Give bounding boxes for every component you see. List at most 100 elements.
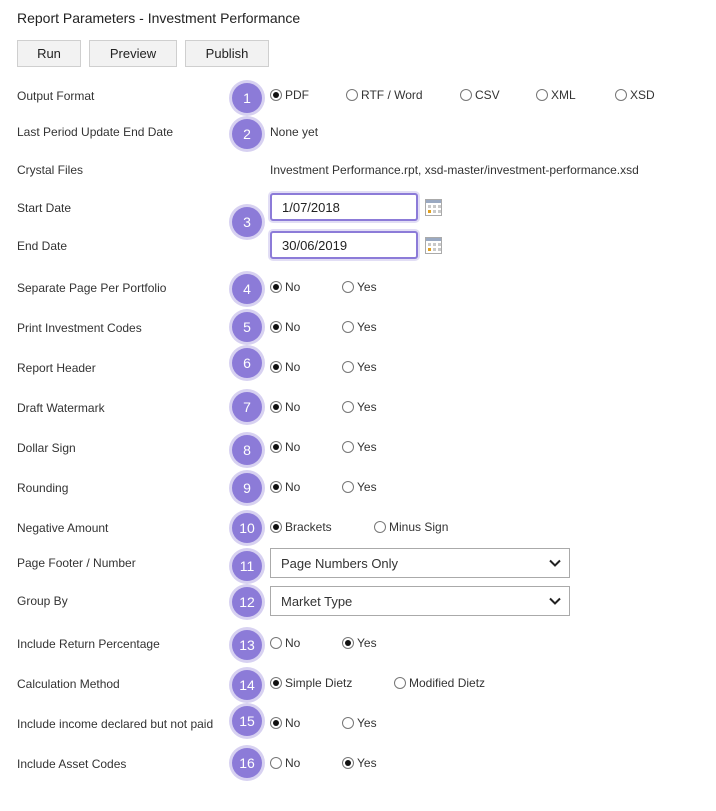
rounding-yes[interactable]: Yes: [342, 480, 377, 494]
calendar-icon[interactable]: [425, 237, 442, 254]
end-date-input[interactable]: 30/06/2019: [270, 231, 418, 259]
report-header-label: Report Header: [17, 361, 96, 375]
calendar-icon[interactable]: [425, 199, 442, 216]
radio-selected[interactable]: [342, 637, 354, 649]
radio-selected[interactable]: [270, 401, 282, 413]
dollar-sign-yes[interactable]: Yes: [342, 440, 377, 454]
radio[interactable]: [342, 361, 354, 373]
draft-watermark-row: Draft Watermark No Yes: [0, 398, 716, 420]
print-codes-no[interactable]: No: [270, 320, 300, 334]
asset-codes-row: Include Asset Codes No Yes: [0, 754, 716, 776]
start-date-input[interactable]: 1/07/2018: [270, 193, 418, 221]
negative-amount-minus[interactable]: Minus Sign: [374, 520, 448, 534]
crystal-files-row: Crystal Files Investment Performance.rpt…: [0, 160, 716, 182]
draft-watermark-no[interactable]: No: [270, 400, 300, 414]
radio-selected[interactable]: [270, 441, 282, 453]
radio-selected[interactable]: [270, 281, 282, 293]
radio[interactable]: [374, 521, 386, 533]
radio[interactable]: [394, 677, 406, 689]
negative-amount-row: Negative Amount Brackets Minus Sign: [0, 518, 716, 540]
output-format-xml[interactable]: XML: [536, 88, 576, 102]
income-declared-label: Include income declared but not paid: [17, 717, 214, 731]
run-button[interactable]: Run: [17, 40, 81, 67]
radio-selected[interactable]: [342, 757, 354, 769]
report-header-no[interactable]: No: [270, 360, 300, 374]
page-footer-label: Page Footer / Number: [17, 556, 136, 570]
preview-button[interactable]: Preview: [89, 40, 177, 67]
print-codes-label: Print Investment Codes: [17, 321, 142, 335]
group-by-select[interactable]: Market Type: [270, 586, 570, 616]
radio[interactable]: [342, 481, 354, 493]
print-codes-yes[interactable]: Yes: [342, 320, 377, 334]
radio-selected[interactable]: [270, 89, 282, 101]
calc-method-modified[interactable]: Modified Dietz: [394, 676, 485, 690]
radio[interactable]: [615, 89, 627, 101]
income-declared-row: Include income declared but not paid No …: [0, 714, 716, 736]
dollar-sign-no[interactable]: No: [270, 440, 300, 454]
asset-codes-no[interactable]: No: [270, 756, 300, 770]
negative-amount-brackets[interactable]: Brackets: [270, 520, 332, 534]
dollar-sign-label: Dollar Sign: [17, 441, 76, 455]
last-period-value: None yet: [270, 125, 319, 139]
page-footer-selected: Page Numbers Only: [281, 555, 399, 571]
draft-watermark-yes[interactable]: Yes: [342, 400, 377, 414]
output-format-row: Output Format PDF RTF / Word CSV XML XSD: [0, 86, 716, 108]
radio-selected[interactable]: [270, 481, 282, 493]
include-return-label: Include Return Percentage: [17, 637, 160, 651]
last-period-row: Last Period Update End Date None yet: [0, 122, 716, 144]
radio-selected[interactable]: [270, 521, 282, 533]
output-format-xsd[interactable]: XSD: [615, 88, 655, 102]
radio[interactable]: [342, 717, 354, 729]
income-declared-no[interactable]: No: [270, 716, 300, 730]
group-by-label: Group By: [17, 594, 68, 608]
radio[interactable]: [342, 321, 354, 333]
separate-page-no[interactable]: No: [270, 280, 300, 294]
group-by-selected: Market Type: [281, 593, 353, 609]
include-return-row: Include Return Percentage No Yes: [0, 634, 716, 656]
end-date-label: End Date: [17, 239, 68, 253]
chevron-down-icon: [549, 597, 561, 605]
radio[interactable]: [460, 89, 472, 101]
report-header-row: Report Header No Yes: [0, 358, 716, 380]
include-return-yes[interactable]: Yes: [342, 636, 377, 650]
radio[interactable]: [270, 637, 282, 649]
dollar-sign-row: Dollar Sign No Yes: [0, 438, 716, 460]
asset-codes-yes[interactable]: Yes: [342, 756, 377, 770]
crystal-files-value: Investment Performance.rpt, xsd-master/i…: [270, 163, 639, 177]
radio-selected[interactable]: [270, 717, 282, 729]
print-codes-row: Print Investment Codes No Yes: [0, 318, 716, 340]
radio[interactable]: [342, 281, 354, 293]
include-return-no[interactable]: No: [270, 636, 300, 650]
chevron-down-icon: [549, 559, 561, 567]
rounding-label: Rounding: [17, 481, 69, 495]
radio-selected[interactable]: [270, 361, 282, 373]
radio[interactable]: [342, 441, 354, 453]
output-format-label: Output Format: [17, 89, 95, 103]
page-footer-select[interactable]: Page Numbers Only: [270, 548, 570, 578]
calc-method-label: Calculation Method: [17, 677, 120, 691]
rounding-no[interactable]: No: [270, 480, 300, 494]
separate-page-row: Separate Page Per Portfolio No Yes: [0, 278, 716, 300]
output-format-csv[interactable]: CSV: [460, 88, 500, 102]
output-format-rtf[interactable]: RTF / Word: [346, 88, 423, 102]
radio-selected[interactable]: [270, 677, 282, 689]
crystal-files-label: Crystal Files: [17, 163, 84, 177]
income-declared-yes[interactable]: Yes: [342, 716, 377, 730]
rounding-row: Rounding No Yes: [0, 478, 716, 500]
asset-codes-label: Include Asset Codes: [17, 757, 127, 771]
separate-page-yes[interactable]: Yes: [342, 280, 377, 294]
radio[interactable]: [270, 757, 282, 769]
last-period-label: Last Period Update End Date: [17, 125, 174, 139]
radio-selected[interactable]: [270, 321, 282, 333]
calc-method-simple[interactable]: Simple Dietz: [270, 676, 352, 690]
publish-button[interactable]: Publish: [185, 40, 269, 67]
start-date-label: Start Date: [17, 201, 72, 215]
page-title: Report Parameters - Investment Performan…: [17, 10, 301, 26]
radio[interactable]: [342, 401, 354, 413]
report-header-yes[interactable]: Yes: [342, 360, 377, 374]
radio[interactable]: [536, 89, 548, 101]
radio[interactable]: [346, 89, 358, 101]
calc-method-row: Calculation Method Simple Dietz Modified…: [0, 674, 716, 696]
output-format-pdf[interactable]: PDF: [270, 88, 309, 102]
separate-page-label: Separate Page Per Portfolio: [17, 281, 167, 295]
